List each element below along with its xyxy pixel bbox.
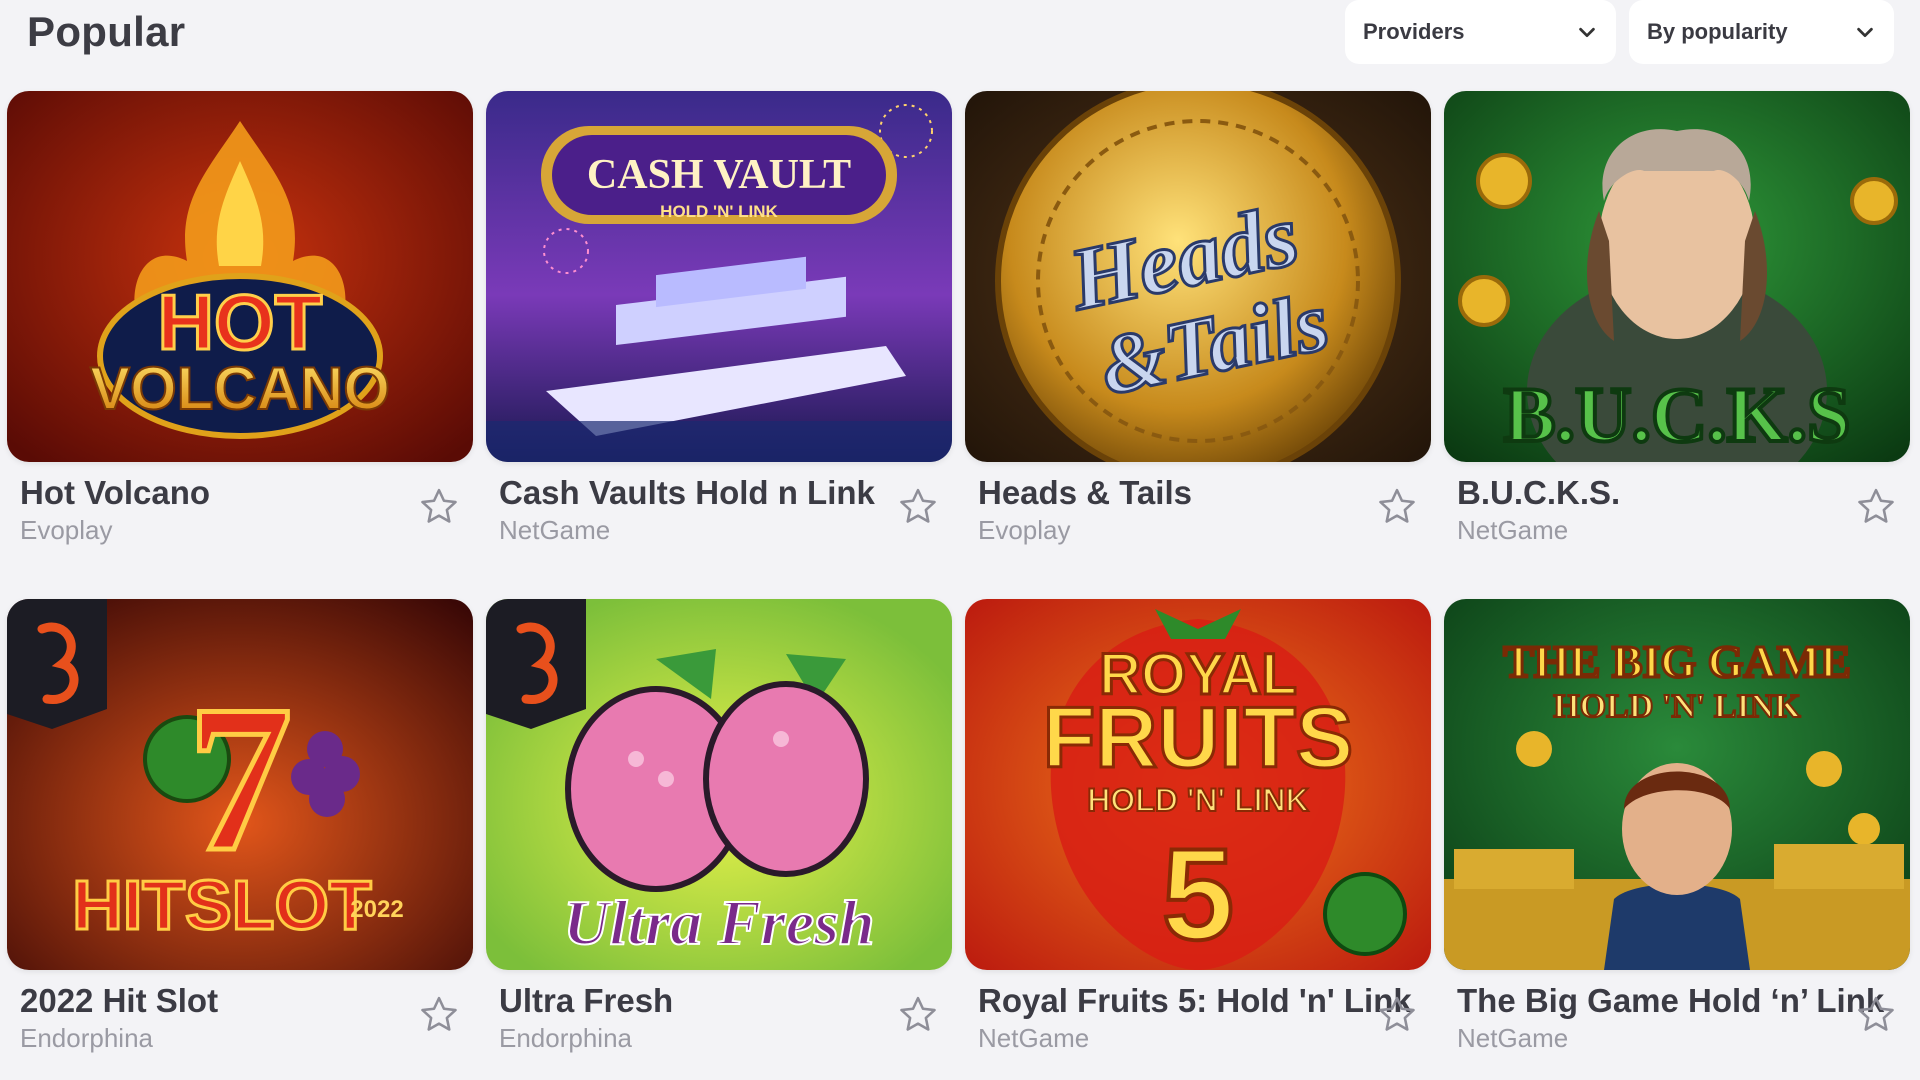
game-title[interactable]: Royal Fruits 5: Hold 'n' Link [978,982,1412,1020]
art-text: HOT [158,278,323,366]
art-text: 5 [1162,821,1234,967]
game-title[interactable]: B.U.C.K.S. [1457,474,1620,512]
sort-dropdown[interactable]: By popularity [1629,0,1894,64]
game-card: Ultra Fresh Ultra Fresh Endorphina [486,599,952,1053]
game-card: ROYAL FRUITS HOLD 'N' LINK 5 Royal Fruit… [965,599,1431,1053]
game-card: HOT VOLCANO Hot Volcano Evoplay [7,91,473,545]
section-title: Popular [27,8,186,55]
providers-dropdown-label: Providers [1363,19,1465,44]
art-text: VOLCANO [90,355,390,422]
chevron-down-icon [1857,27,1873,38]
game-title[interactable]: Cash Vaults Hold n Link [499,474,875,512]
game-thumbnail-hot-volcano[interactable]: HOT VOLCANO [7,91,473,462]
game-provider: Endorphina [499,1023,632,1053]
game-thumbnail-royal-fruits-5[interactable]: ROYAL FRUITS HOLD 'N' LINK 5 [965,599,1431,970]
game-thumbnail-ultra-fresh[interactable]: Ultra Fresh [486,599,952,970]
art-text: HITSLOT [72,866,371,944]
art-text: B.U.C.K.S [1504,371,1851,458]
game-provider: NetGame [499,515,611,545]
star-outline-icon[interactable] [1854,485,1898,529]
game-card: CASH VAULT HOLD 'N' LINK Cash Vaults Hol… [486,91,952,545]
art-text: Ultra Fresh [563,887,874,958]
game-thumbnail-2022-hit-slot[interactable]: 7 HITSLOT 2022 [7,599,473,970]
game-provider: Evoplay [20,515,113,545]
art-text: THE BIG GAME [1503,636,1851,687]
star-outline-icon[interactable] [896,485,940,529]
star-outline-icon[interactable] [417,485,461,529]
games-page: Popular Providers By popularity HOT VOLC… [0,0,1920,1080]
art-text: CASH VAULT [587,152,851,198]
game-thumbnail-bucks[interactable]: B.U.C.K.S [1444,91,1910,462]
star-outline-icon[interactable] [1854,993,1898,1037]
star-outline-icon[interactable] [1375,485,1419,529]
chevron-down-icon [1579,27,1595,38]
star-outline-icon[interactable] [896,993,940,1037]
game-title[interactable]: The Big Game Hold ‘n’ Link [1457,982,1884,1020]
game-provider: NetGame [1457,515,1569,545]
art-text: 7 [188,663,293,895]
art-text: HOLD 'N' LINK [1087,782,1308,818]
game-title[interactable]: Ultra Fresh [499,982,673,1020]
game-title[interactable]: Hot Volcano [20,474,210,512]
game-card: B.U.C.K.S B.U.C.K.S. NetGame [1444,91,1910,545]
game-provider: Endorphina [20,1023,153,1053]
game-provider: NetGame [1457,1023,1569,1053]
art-text: HOLD 'N' LINK [660,202,778,221]
game-thumbnail-cash-vaults[interactable]: CASH VAULT HOLD 'N' LINK [486,91,952,462]
game-provider: Evoplay [978,515,1071,545]
art-text: HOLD 'N' LINK [1553,688,1801,725]
sort-dropdown-label: By popularity [1647,19,1788,44]
game-thumbnail-big-game[interactable]: THE BIG GAME HOLD 'N' LINK [1444,599,1910,970]
art-text: 2022 [350,896,403,923]
game-card: THE BIG GAME HOLD 'N' LINK The Big Game … [1444,599,1910,1053]
providers-dropdown[interactable]: Providers [1345,0,1616,64]
game-card: 7 HITSLOT 2022 2022 Hit Slot Endorphina [7,599,473,1053]
game-provider: NetGame [978,1023,1090,1053]
star-outline-icon[interactable] [417,993,461,1037]
game-title[interactable]: 2022 Hit Slot [20,982,218,1020]
art-text: FRUITS [1043,690,1354,786]
star-outline-icon[interactable] [1375,993,1419,1037]
game-thumbnail-heads-tails[interactable]: Heads &Tails [965,91,1431,462]
game-title[interactable]: Heads & Tails [978,474,1192,512]
game-card: Heads &Tails Heads & Tails Evoplay [965,91,1431,545]
